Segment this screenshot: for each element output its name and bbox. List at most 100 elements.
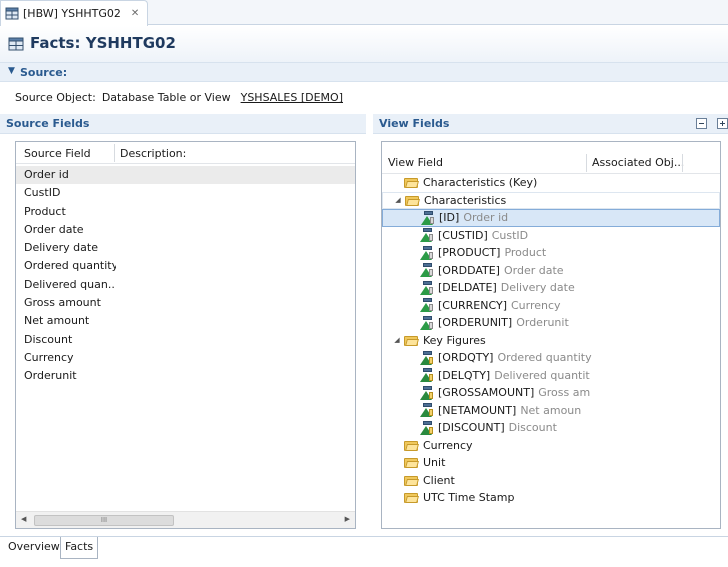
- tree-field[interactable]: [NETAMOUNT] Net amoun: [382, 402, 720, 420]
- field-technical-name: [ORDDATE]: [438, 263, 500, 277]
- tree-folder[interactable]: UTC Time Stamp: [382, 489, 720, 507]
- table-row[interactable]: Ordered quantity: [16, 257, 355, 275]
- source-fields-table: Source Field Description: Order id CustID…: [15, 141, 356, 529]
- source-fields-list: Order id CustID Product Order date Delivery …: [16, 166, 355, 386]
- tree-field[interactable]: [DELDATE] Delivery date: [382, 279, 720, 297]
- tree-field[interactable]: [DISCOUNT] Discount: [382, 419, 720, 437]
- tree-folder[interactable]: Client: [382, 472, 720, 490]
- scroll-left-icon[interactable]: ◀: [21, 515, 26, 523]
- tree-field[interactable]: [CURRENCY] Currency: [382, 297, 720, 315]
- field-description: Product: [504, 246, 547, 260]
- tree-field[interactable]: [ORDERUNIT] Orderunit: [382, 314, 720, 332]
- field-technical-name: [ORDQTY]: [438, 351, 494, 365]
- field-description: Ordered quantity: [497, 351, 592, 365]
- view-fields-tree: Characteristics (Key) ◢ Characteristics [ID…: [382, 174, 720, 507]
- collapse-arrow-icon[interactable]: ◢: [392, 332, 402, 349]
- field-description: Order date: [503, 263, 564, 277]
- column-header-source-field[interactable]: Source Field: [24, 147, 91, 160]
- close-icon[interactable]: ✕: [131, 8, 139, 19]
- tab-overview[interactable]: Overview: [4, 537, 64, 559]
- view-fields-header: View Fields: [373, 114, 728, 134]
- characteristic-icon: [420, 298, 434, 313]
- field-description: Currency: [511, 298, 561, 312]
- source-object-label: Source Object:: [15, 91, 96, 104]
- characteristic-icon: [420, 245, 434, 260]
- table-row[interactable]: CustID: [16, 184, 355, 202]
- database-table-icon: [8, 37, 24, 51]
- table-row[interactable]: Orderunit: [16, 367, 355, 385]
- editor-page-tabs: Overview Facts: [0, 536, 728, 567]
- tree-field[interactable]: [ID] Order id: [382, 209, 720, 227]
- table-row[interactable]: Order id: [16, 166, 355, 185]
- field-description: Delivered quantit: [494, 368, 590, 382]
- tree-field[interactable]: [ORDDATE] Order date: [382, 262, 720, 280]
- table-row[interactable]: Currency: [16, 349, 355, 367]
- tree-field[interactable]: [CUSTID] CustID: [382, 227, 720, 245]
- key-figure-icon: [420, 368, 434, 383]
- table-row[interactable]: Net amount: [16, 312, 355, 330]
- collapse-arrow-icon[interactable]: ◢: [393, 192, 403, 209]
- scrollbar-thumb[interactable]: III: [34, 515, 174, 526]
- tree-folder[interactable]: ◢ Key Figures: [382, 332, 720, 350]
- tree-folder[interactable]: Currency: [382, 437, 720, 455]
- table-row[interactable]: Order date: [16, 221, 355, 239]
- field-technical-name: [ID]: [439, 211, 460, 225]
- field-technical-name: [CURRENCY]: [438, 298, 507, 312]
- tree-field[interactable]: [GROSSAMOUNT] Gross am: [382, 384, 720, 402]
- view-fields-tools: [696, 118, 728, 129]
- field-technical-name: [GROSSAMOUNT]: [438, 386, 535, 400]
- source-object-row: Source Object: Database Table or View YS…: [15, 91, 343, 104]
- field-technical-name: [NETAMOUNT]: [438, 403, 517, 417]
- horizontal-scrollbar[interactable]: ◀ III ▶: [16, 511, 355, 528]
- table-row[interactable]: Delivered quan...: [16, 276, 355, 294]
- source-field-cell: Product: [24, 204, 66, 218]
- view-fields-tree-panel: View Field Associated Obj... Characteris…: [381, 141, 721, 529]
- tree-folder[interactable]: Unit: [382, 454, 720, 472]
- chevron-down-icon[interactable]: ▼: [8, 66, 15, 76]
- collapse-all-icon[interactable]: [696, 118, 707, 129]
- field-description: Order id: [463, 211, 509, 225]
- column-divider[interactable]: [586, 154, 587, 172]
- tab-facts[interactable]: Facts: [60, 537, 99, 559]
- editor-tab-label: [HBW] YSHHTG02: [23, 7, 121, 20]
- characteristic-icon: [420, 228, 434, 243]
- column-header-description[interactable]: Description:: [120, 147, 186, 160]
- column-divider[interactable]: [682, 154, 683, 172]
- folder-icon: [404, 177, 419, 189]
- tree-field[interactable]: [PRODUCT] Product: [382, 244, 720, 262]
- source-field-cell: Order date: [24, 222, 84, 236]
- field-technical-name: [DELDATE]: [438, 281, 497, 295]
- editor-tab[interactable]: [HBW] YSHHTG02 ✕: [0, 0, 149, 26]
- folder-icon: [405, 195, 420, 206]
- folder-icon: [404, 475, 419, 486]
- field-description: Discount: [508, 421, 557, 435]
- folder-icon: [404, 440, 419, 451]
- table-row[interactable]: Discount: [16, 331, 355, 349]
- tree-folder-label: Characteristics: [424, 193, 507, 207]
- expand-all-icon[interactable]: [717, 118, 728, 129]
- source-field-cell: Gross amount: [24, 296, 101, 310]
- tree-folder-label: UTC Time Stamp: [423, 491, 515, 505]
- column-divider[interactable]: [114, 144, 115, 162]
- source-field-cell: CustID: [24, 186, 61, 200]
- table-row[interactable]: Gross amount: [16, 294, 355, 312]
- column-header-view-field[interactable]: View Field: [388, 156, 443, 169]
- column-header-associated-object[interactable]: Associated Obj...: [592, 156, 684, 169]
- table-row[interactable]: Delivery date: [16, 239, 355, 257]
- field-description: Net amoun: [520, 403, 582, 417]
- key-figure-icon: [420, 420, 434, 435]
- source-fields-header: Source Fields: [0, 114, 366, 134]
- source-section-header[interactable]: ▼ Source:: [0, 62, 728, 82]
- scroll-right-icon[interactable]: ▶: [345, 515, 350, 523]
- source-object-link[interactable]: YSHSALES [DEMO]: [241, 91, 343, 104]
- source-fields-table-header: Source Field Description:: [16, 142, 355, 164]
- tree-folder[interactable]: Characteristics (Key): [382, 174, 720, 192]
- tree-field[interactable]: [ORDQTY] Ordered quantity: [382, 349, 720, 367]
- tree-folder[interactable]: ◢ Characteristics: [382, 191, 720, 209]
- source-field-cell: Currency: [24, 350, 74, 364]
- editor-header: Facts: YSHHTG02: [0, 26, 728, 62]
- tree-field[interactable]: [DELQTY] Delivered quantit: [382, 367, 720, 385]
- key-figure-icon: [420, 385, 434, 400]
- key-figure-icon: [420, 350, 434, 365]
- table-row[interactable]: Product: [16, 203, 355, 221]
